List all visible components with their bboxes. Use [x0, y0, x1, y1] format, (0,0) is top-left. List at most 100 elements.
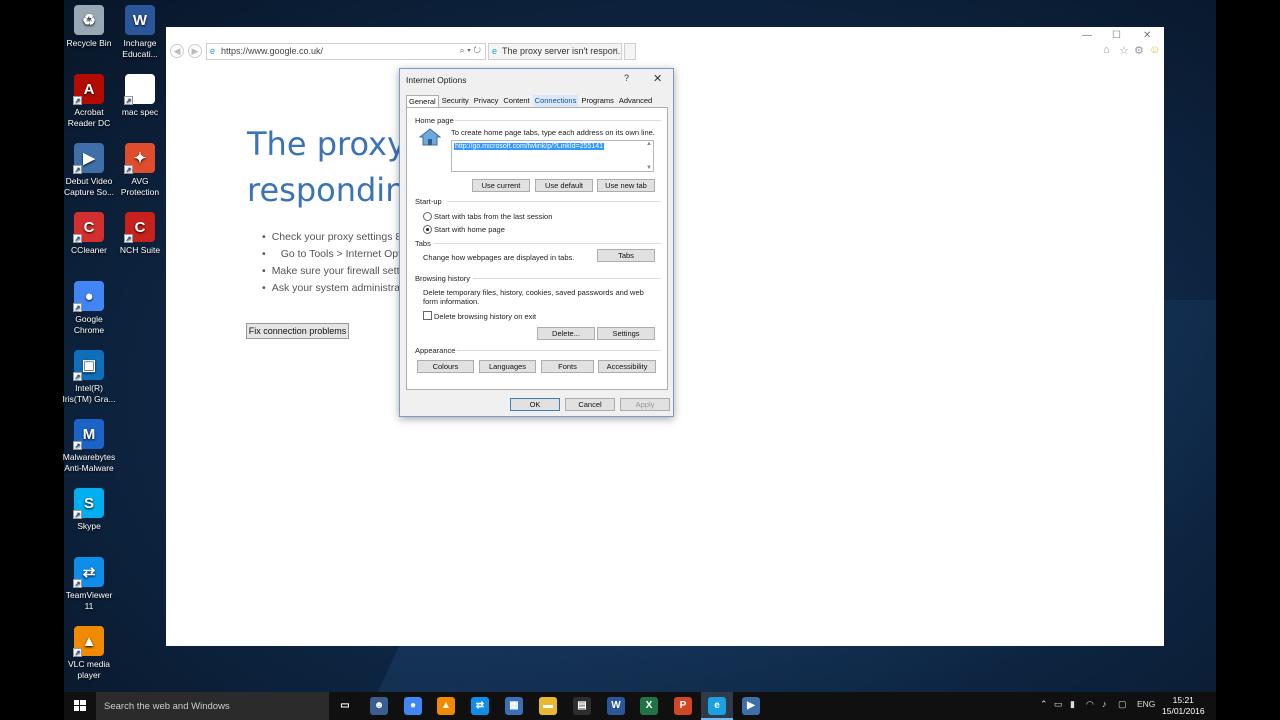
debut-icon[interactable]: ▶ [742, 697, 760, 715]
tab-advanced[interactable]: Advanced [617, 95, 654, 107]
desktop-icon[interactable]: M ↗ Malwarebytes Anti-Malware [62, 419, 116, 474]
smiley-icon[interactable]: ☺ [1149, 44, 1160, 56]
word-icon[interactable]: W [607, 697, 625, 715]
vlc-icon[interactable]: ▲ [437, 697, 455, 715]
battery-icon[interactable]: ▮ [1070, 699, 1075, 710]
wifi-icon[interactable]: ◠ [1086, 699, 1094, 710]
desktop-icon[interactable]: ● ↗ Google Chrome [62, 281, 116, 336]
people-icon[interactable]: ☻ [370, 697, 388, 715]
close-window-icon[interactable]: ✕ [1143, 30, 1151, 41]
desktop-icon[interactable]: ♻ Recycle Bin [62, 5, 116, 49]
settings-button[interactable]: Settings [597, 327, 655, 340]
colours-button[interactable]: Colours [417, 360, 474, 373]
divider [473, 278, 661, 279]
desktop-icon-label: Incharge Educati... [122, 38, 158, 59]
minimize-icon[interactable]: — [1082, 30, 1092, 41]
desktop-icon[interactable]: S ↗ Skype [62, 488, 116, 532]
vlc-icon: ▲ ↗ [73, 626, 104, 657]
desktop-icon[interactable]: A ↗ Acrobat Reader DC [62, 74, 116, 129]
ok-button[interactable]: OK [510, 398, 560, 411]
internet-explorer-icon[interactable]: e [708, 697, 726, 715]
powerpoint-icon[interactable]: P [674, 697, 692, 715]
new-tab-button[interactable] [624, 43, 636, 60]
use-default-button[interactable]: Use default [535, 179, 593, 192]
teamviewer-icon[interactable]: ⇄ [471, 697, 489, 715]
clock[interactable]: 15:21 15/01/2016 [1162, 695, 1205, 717]
desktop-icon-label: Malwarebytes Anti-Malware [62, 452, 116, 473]
chrome-icon[interactable]: ● [404, 697, 422, 715]
search-refresh-icon[interactable]: ⌕ ▾ ↻ [460, 45, 481, 56]
volume-icon[interactable]: ♪ [1102, 699, 1107, 709]
general-panel: Home page To create home page tabs, type… [406, 107, 668, 390]
maximize-icon[interactable]: ☐ [1112, 30, 1121, 41]
apply-button[interactable]: Apply [620, 398, 670, 411]
language-indicator[interactable]: ENG [1137, 699, 1155, 709]
desktop-icon[interactable]: ▶ ↗ Debut Video Capture So... [62, 143, 116, 198]
shortcut-arrow-icon: ↗ [124, 165, 133, 174]
scroll-up-icon[interactable]: ▲ [646, 141, 652, 147]
excel-icon[interactable]: X [640, 697, 658, 715]
search-box[interactable]: Search the web and Windows [96, 692, 329, 720]
fix-connection-button[interactable]: Fix connection problems [246, 323, 349, 339]
browsing-history-description: Delete temporary files, history, cookies… [423, 288, 644, 306]
home-icon[interactable]: ⌂ [1103, 44, 1110, 56]
desktop-icon[interactable]: W Incharge Educati... [113, 5, 167, 60]
address-bar[interactable]: e https://www.google.co.uk/ ⌕ ▾ ↻ [206, 43, 486, 60]
tab-close-icon[interactable]: × [613, 45, 618, 55]
desktop-icon-label: Debut Video Capture So... [63, 176, 115, 197]
desktop-icon[interactable]: C ↗ NCH Suite [113, 212, 167, 256]
divider [455, 120, 661, 121]
languages-button[interactable]: Languages [479, 360, 536, 373]
help-icon[interactable]: ? [624, 73, 629, 83]
startup-home-page-radio[interactable] [423, 225, 432, 234]
home-page-url-field[interactable]: http://go.microsoft.com/fwlink/p/?LinkId… [451, 140, 654, 172]
taskbar: Search the web and Windows ▭ ☻ ● ▲ ⇄ ▦ ▬ ▤ W X Pe ▶… [64, 692, 1216, 720]
tab-programs[interactable]: Programs [579, 95, 616, 107]
suggestion-item: Make sure your firewall setti [262, 263, 409, 280]
desktop-icon[interactable]: ↗ mac spec [113, 74, 167, 118]
desktop-icon[interactable]: ⇄ ↗ TeamViewer 11 [62, 557, 116, 612]
chrome-icon: ● ↗ [73, 281, 104, 312]
cancel-button[interactable]: Cancel [565, 398, 615, 411]
delete-button[interactable]: Delete... [537, 327, 595, 340]
gear-icon[interactable]: ⚙ [1134, 44, 1144, 57]
ccleaner-icon: C ↗ [73, 212, 104, 243]
tab-connections[interactable]: Connections [532, 95, 579, 107]
show-hidden-icons[interactable]: ⌃ [1040, 699, 1048, 710]
tab-privacy[interactable]: Privacy [472, 95, 501, 107]
startup-last-session-radio[interactable] [423, 212, 432, 221]
tray-app-icon[interactable]: ▭ [1054, 699, 1063, 710]
startup-heading: Start-up [415, 197, 442, 206]
avg-icon: ✦ ↗ [124, 143, 155, 174]
close-icon[interactable]: ✕ [653, 72, 662, 85]
desktop-icon[interactable]: ▲ ↗ VLC media player [62, 626, 116, 681]
desktop-icon[interactable]: ▣ ↗ Intel(R) Iris(TM) Gra... [62, 350, 116, 405]
file-explorer-icon[interactable]: ▬ [539, 697, 557, 715]
tab-general[interactable]: General [406, 95, 439, 107]
tab-security[interactable]: Security [440, 95, 471, 107]
suggestion-subitem: Go to Tools > Internet Optio [262, 246, 410, 263]
desktop-icon[interactable]: C ↗ CCleaner [62, 212, 116, 256]
accessibility-button[interactable]: Accessibility [598, 360, 656, 373]
forward-icon[interactable]: ▶ [188, 44, 202, 58]
scroll-down-icon[interactable]: ▼ [646, 165, 652, 171]
network-icon[interactable]: ▦ [505, 697, 523, 715]
use-new-tab-button[interactable]: Use new tab [597, 179, 655, 192]
store-icon[interactable]: ▤ [573, 697, 591, 715]
internet-options-dialog: Internet Options ? ✕ General Security Pr… [399, 68, 674, 417]
task-view-icon[interactable]: ▭ [336, 697, 354, 715]
desktop-icon[interactable]: ✦ ↗ AVG Protection [113, 143, 167, 198]
fonts-button[interactable]: Fonts [541, 360, 594, 373]
tabs-button[interactable]: Tabs [597, 249, 655, 262]
desktop-icon-label: VLC media player [67, 659, 111, 680]
favorites-icon[interactable]: ☆ [1119, 44, 1129, 57]
suggestion-item: Check your proxy settings 8 [262, 229, 409, 246]
notifications-icon[interactable]: ▢ [1118, 699, 1127, 710]
delete-on-exit-checkbox[interactable] [423, 311, 432, 320]
start-button[interactable] [64, 692, 96, 720]
use-current-button[interactable]: Use current [472, 179, 530, 192]
tab-content[interactable]: Content [501, 95, 531, 107]
browser-tab[interactable]: e The proxy server isn't respon... × [488, 43, 622, 60]
back-icon[interactable]: ◀ [170, 44, 184, 58]
clock-time: 15:21 [1172, 695, 1194, 705]
